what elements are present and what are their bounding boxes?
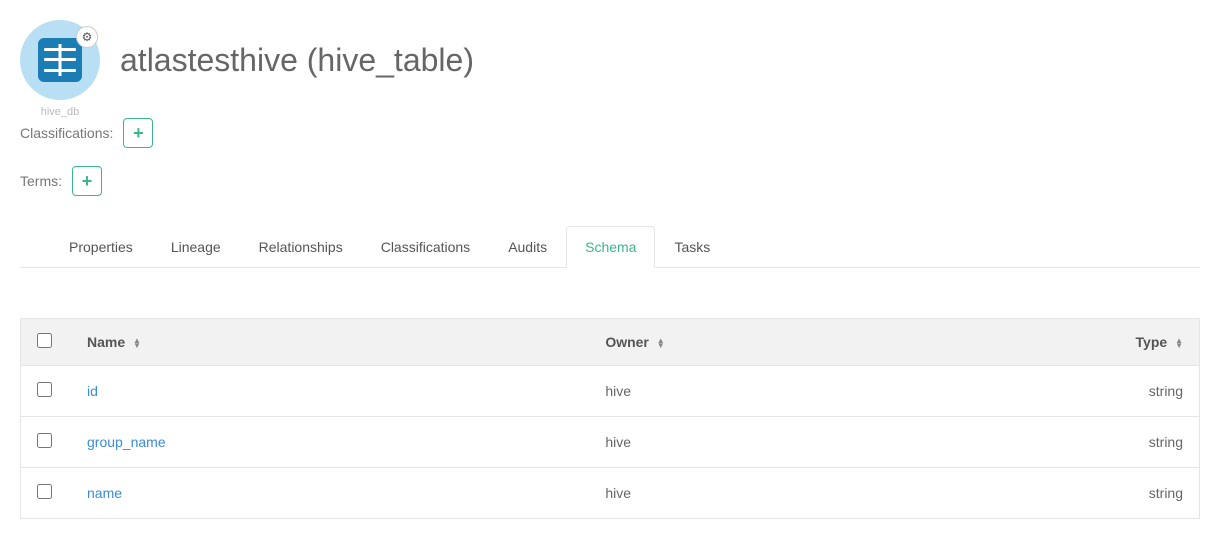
table-row: group_name hive string	[21, 417, 1199, 468]
row-checkbox[interactable]	[37, 484, 52, 499]
select-all-checkbox[interactable]	[37, 333, 52, 348]
column-owner: hive	[605, 383, 631, 399]
schema-table-wrap: Name ▲▼ Owner ▲▼ Type ▲▼ id hive string	[20, 318, 1200, 519]
column-type: string	[1149, 434, 1183, 450]
table-row: id hive string	[21, 366, 1199, 417]
header-name-label: Name	[87, 334, 125, 350]
tab-audits[interactable]: Audits	[489, 226, 566, 268]
entity-header: ⚙ hive_db atlastesthive (hive_table)	[20, 20, 1200, 100]
terms-label: Terms:	[20, 173, 62, 189]
tab-lineage[interactable]: Lineage	[152, 226, 240, 268]
page-title: atlastesthive (hive_table)	[120, 42, 474, 79]
tab-tasks[interactable]: Tasks	[655, 226, 729, 268]
tab-schema[interactable]: Schema	[566, 226, 655, 268]
header-owner[interactable]: Owner ▲▼	[589, 319, 1037, 366]
sort-icon: ▲▼	[1175, 338, 1183, 348]
tab-relationships[interactable]: Relationships	[240, 226, 362, 268]
sort-icon: ▲▼	[657, 338, 665, 348]
add-classification-button[interactable]: +	[123, 118, 153, 148]
tabs-bar: Properties Lineage Relationships Classif…	[20, 226, 1200, 268]
tab-classifications[interactable]: Classifications	[362, 226, 489, 268]
column-name-link[interactable]: name	[87, 485, 122, 501]
hive-table-icon	[38, 38, 82, 82]
row-checkbox[interactable]	[37, 433, 52, 448]
header-type[interactable]: Type ▲▼	[1037, 319, 1199, 366]
column-name-link[interactable]: id	[87, 383, 98, 399]
header-checkbox-cell	[21, 319, 71, 366]
sort-icon: ▲▼	[133, 338, 141, 348]
header-type-label: Type	[1136, 334, 1168, 350]
column-owner: hive	[605, 434, 631, 450]
header-owner-label: Owner	[605, 334, 649, 350]
classifications-row: Classifications: +	[20, 118, 1200, 148]
classifications-label: Classifications:	[20, 125, 113, 141]
tab-properties[interactable]: Properties	[50, 226, 152, 268]
entity-overlay-icon: ⚙	[76, 26, 98, 48]
terms-row: Terms: +	[20, 166, 1200, 196]
column-owner: hive	[605, 485, 631, 501]
plus-icon: +	[133, 124, 144, 142]
table-row: name hive string	[21, 468, 1199, 519]
add-term-button[interactable]: +	[72, 166, 102, 196]
row-checkbox[interactable]	[37, 382, 52, 397]
plus-icon: +	[82, 172, 93, 190]
entity-subtype-hint: hive_db	[41, 106, 80, 118]
column-type: string	[1149, 485, 1183, 501]
entity-icon: ⚙ hive_db	[20, 20, 100, 100]
header-name[interactable]: Name ▲▼	[71, 319, 589, 366]
column-type: string	[1149, 383, 1183, 399]
column-name-link[interactable]: group_name	[87, 434, 166, 450]
schema-table: Name ▲▼ Owner ▲▼ Type ▲▼ id hive string	[21, 319, 1199, 518]
